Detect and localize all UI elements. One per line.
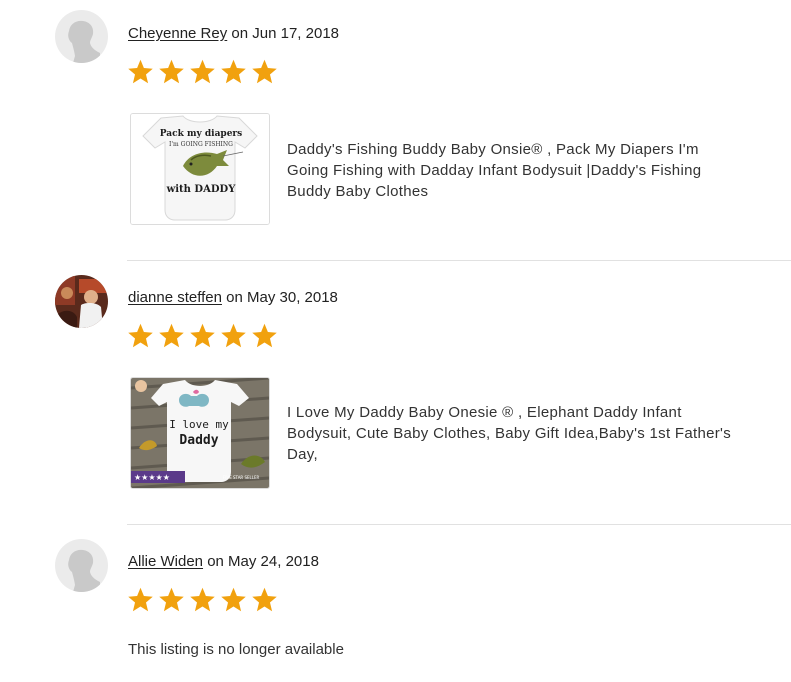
- star-icon: [221, 59, 246, 84]
- star-icon: [159, 59, 184, 84]
- star-icon: [190, 59, 215, 84]
- star-icon: [128, 587, 153, 612]
- listing-thumbnail[interactable]: Pack my diapers I'm GOING FISHING with D…: [130, 113, 270, 225]
- reviewer-name-link[interactable]: Cheyenne Rey: [128, 25, 227, 42]
- star-rating: [126, 322, 279, 350]
- star-icon: [252, 323, 277, 348]
- user-photo: [55, 275, 108, 328]
- listing-unavailable-text: This listing is no longer available: [128, 641, 344, 658]
- reviewer-avatar[interactable]: [55, 275, 108, 328]
- review-byline: Cheyenne Rey on Jun 17, 2018: [128, 25, 339, 43]
- star-icon: [221, 587, 246, 612]
- thumb-text: ★★★★★: [134, 473, 170, 482]
- thumb-text: I'm GOING FISHING: [169, 141, 233, 148]
- reviewer-name-link[interactable]: dianne steffen: [128, 289, 222, 306]
- listing-thumbnail[interactable]: I love my Daddy ★★★★★ FIVE STAR SELLER: [130, 377, 270, 489]
- reviewer-avatar[interactable]: [55, 10, 108, 63]
- default-person-icon: [55, 10, 108, 63]
- review-date: on Jun 17, 2018: [231, 25, 339, 42]
- thumb-text: Daddy: [179, 433, 218, 448]
- review-byline: Allie Widen on May 24, 2018: [128, 553, 319, 571]
- listing-title-link[interactable]: I Love My Daddy Baby Onesie ® , Elephant…: [287, 402, 737, 465]
- listing-title-link[interactable]: Daddy's Fishing Buddy Baby Onsie® , Pack…: [287, 139, 737, 202]
- star-icon: [190, 323, 215, 348]
- review-date: on May 24, 2018: [207, 553, 319, 570]
- star-icon: [128, 323, 153, 348]
- thumb-text: I love my: [169, 418, 229, 431]
- review-divider: [127, 524, 791, 525]
- star-icon: [190, 587, 215, 612]
- star-icon: [252, 587, 277, 612]
- star-icon: [221, 323, 246, 348]
- star-icon: [128, 59, 153, 84]
- thumb-text: FIVE STAR SELLER: [223, 475, 260, 480]
- thumb-text: Pack my diapers: [160, 129, 242, 139]
- star-rating: [126, 586, 279, 614]
- star-icon: [159, 587, 184, 612]
- review-byline: dianne steffen on May 30, 2018: [128, 289, 338, 307]
- star-icon: [159, 323, 184, 348]
- star-icon: [252, 59, 277, 84]
- thumb-text: with DADDY: [166, 184, 237, 195]
- reviewer-name-link[interactable]: Allie Widen: [128, 553, 203, 570]
- reviewer-avatar[interactable]: [55, 539, 108, 592]
- review-divider: [127, 260, 791, 261]
- review-date: on May 30, 2018: [226, 289, 338, 306]
- star-rating: [126, 58, 279, 86]
- default-person-icon: [55, 539, 108, 592]
